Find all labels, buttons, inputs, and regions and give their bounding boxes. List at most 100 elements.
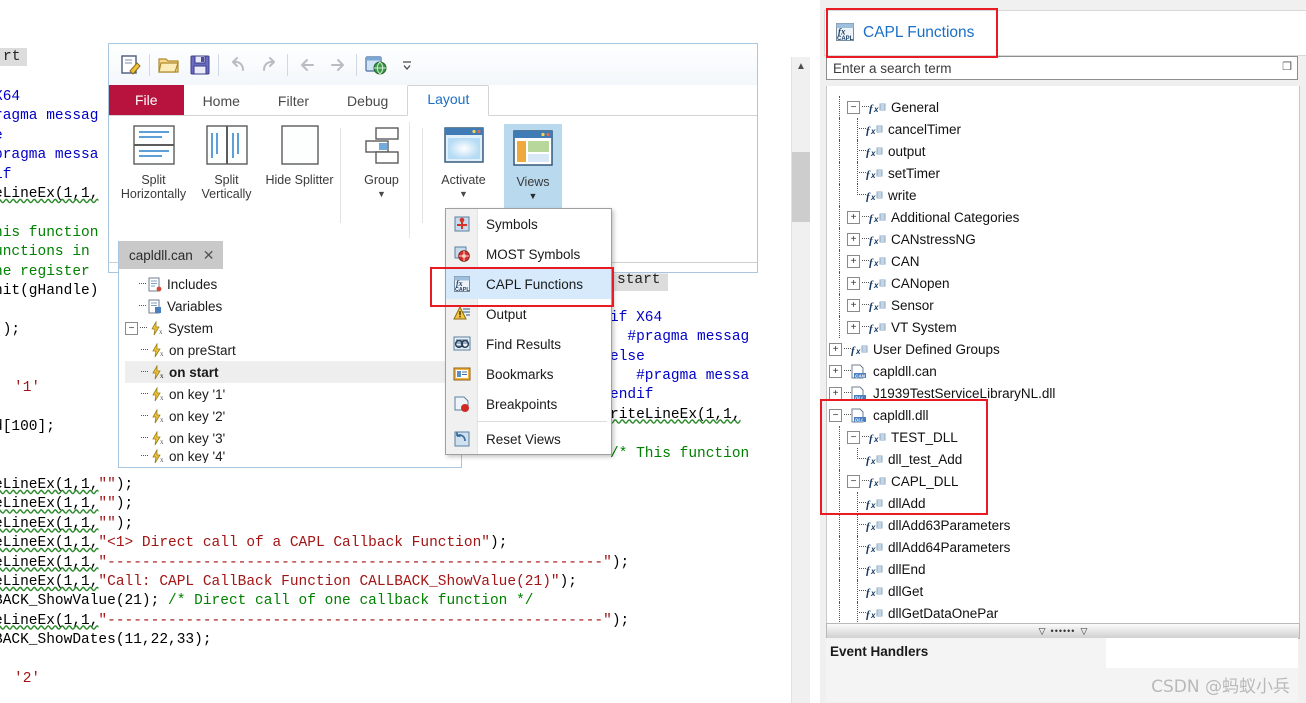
capl-tree-item-canopen[interactable]: + fx CANopen <box>827 272 1299 294</box>
capl-tree-item-capldll-can[interactable]: + CAN capldll.can <box>827 360 1299 382</box>
document-tab-capldll-can[interactable]: capldll.can ✕ <box>119 241 223 269</box>
menu-item-output[interactable]: Output <box>446 299 611 329</box>
capl-tree-item-dllend[interactable]: fx dllEnd <box>827 558 1299 580</box>
views-dropdown-arrow-icon[interactable]: ▼ <box>529 189 538 203</box>
capl-tree-item-dllgetdataonepar[interactable]: fx dllGetDataOnePar <box>827 602 1299 623</box>
search-input[interactable]: Enter a search term ❒ <box>826 56 1298 80</box>
tree-item-on-key-4[interactable]: x on key '4' <box>125 449 461 463</box>
capl-functions-panel: fx CAPL CAPL Functions Enter a search te… <box>820 0 1306 703</box>
splitter-collapse-right-icon[interactable]: ▽ <box>1080 626 1087 637</box>
activate-dropdown-arrow-icon[interactable]: ▼ <box>459 187 468 201</box>
activate-window-icon <box>442 124 486 169</box>
chevron-down-icon[interactable]: ❒ <box>1282 60 1292 73</box>
capl-tree-item-j1939-dll[interactable]: + DLL J1939TestServiceLibraryNL.dll <box>827 382 1299 404</box>
capl-tree-item-sensor[interactable]: + fx Sensor <box>827 294 1299 316</box>
fx-icon: fx <box>869 211 886 224</box>
tab-home[interactable]: Home <box>184 87 259 116</box>
tree-expander-plus[interactable]: + <box>847 276 860 290</box>
menu-item-most-symbols[interactable]: MOST Symbols <box>446 239 611 269</box>
tree-expander-plus[interactable]: + <box>847 320 860 334</box>
tree-item-system[interactable]: − x System <box>125 317 461 339</box>
capl-tree-item-vt-system[interactable]: + fx VT System <box>827 316 1299 338</box>
capl-function-tree[interactable]: − fx General fx cancelTimer fx output f … <box>826 86 1300 624</box>
menu-item-capl-functions[interactable]: fx CAPL CAPL Functions <box>446 269 611 299</box>
capl-tree-item-settimer[interactable]: fx setTimer <box>827 162 1299 184</box>
tree-expander-plus[interactable]: + <box>847 232 860 246</box>
menu-item-symbols[interactable]: Symbols <box>446 209 611 239</box>
views-button[interactable]: Views ▼ <box>504 124 562 209</box>
activate-button[interactable]: Activate ▼ <box>427 124 500 201</box>
capl-tree-item-dllget[interactable]: fx dllGet <box>827 580 1299 602</box>
capl-tree-item-canceltimer[interactable]: fx cancelTimer <box>827 118 1299 140</box>
svg-text:x: x <box>873 215 879 224</box>
code-tail: ); <box>611 612 630 629</box>
tree-expander-minus[interactable]: − <box>847 100 860 114</box>
group-button[interactable]: Group ▼ <box>345 124 418 201</box>
capl-tree-item-test-dll[interactable]: − fx TEST_DLL <box>827 426 1299 448</box>
hide-splitter-button[interactable]: Hide Splitter <box>263 124 336 187</box>
splitter-collapse-left-icon[interactable]: ▽ <box>1039 626 1046 637</box>
tree-expander-plus[interactable]: + <box>829 342 842 356</box>
tree-expander-minus[interactable]: − <box>829 408 842 422</box>
menu-item-breakpoints[interactable]: Breakpoints <box>446 389 611 419</box>
split-vertically-button[interactable]: Split Vertically <box>190 124 263 201</box>
forward-arrow-icon[interactable] <box>322 49 353 80</box>
capl-tree-item-write[interactable]: fx write <box>827 184 1299 206</box>
tab-file[interactable]: File <box>109 85 184 115</box>
tree-item-variables[interactable]: Variables <box>125 295 461 317</box>
capl-tree-item-dlladd64parameters[interactable]: fx dllAdd64Parameters <box>827 536 1299 558</box>
tree-guide <box>839 536 841 558</box>
customize-chevron-icon[interactable] <box>391 49 422 80</box>
tree-item-includes[interactable]: Includes <box>125 273 461 295</box>
tree-expander-plus[interactable]: + <box>829 386 842 400</box>
capl-tree-item-capldll-dll[interactable]: − DLL capldll.dll <box>827 404 1299 426</box>
tree-item-on-key-2[interactable]: x on key '2' <box>125 405 461 427</box>
tab-debug[interactable]: Debug <box>328 87 407 116</box>
tree-expander-plus[interactable]: + <box>847 298 860 312</box>
tree-expander-minus[interactable]: − <box>847 430 860 444</box>
tree-item-on-key-3[interactable]: x on key '3' <box>125 427 461 449</box>
capl-tree-item-canstressng[interactable]: + fx CANstressNG <box>827 228 1299 250</box>
menu-item-find-results[interactable]: Find Results <box>446 329 611 359</box>
capl-tree-item-additional-categories[interactable]: + fx Additional Categories <box>827 206 1299 228</box>
capl-tree-item-dll-test-add[interactable]: fx dll_test_Add <box>827 448 1299 470</box>
capl-tree-item-capl-dll[interactable]: − fx CAPL_DLL <box>827 470 1299 492</box>
tab-filter[interactable]: Filter <box>259 87 328 116</box>
open-folder-icon[interactable] <box>153 49 184 80</box>
new-document-icon[interactable] <box>115 49 146 80</box>
editor-vertical-scrollbar[interactable]: ▲ <box>791 57 810 703</box>
watermark: CSDN @蚂蚁小兵 <box>1151 677 1290 697</box>
capl-tree-item-general[interactable]: − fx General <box>827 96 1299 118</box>
capl-tree-item-output[interactable]: fx output <box>827 140 1299 162</box>
tree-expander-plus[interactable]: + <box>847 210 860 224</box>
capl-tree-item-dlladd63parameters[interactable]: fx dllAdd63Parameters <box>827 514 1299 536</box>
tree-item-on-prestart[interactable]: x on preStart <box>125 339 461 361</box>
tree-expander-minus[interactable]: − <box>847 474 860 488</box>
tree-expander-plus[interactable]: + <box>847 254 860 268</box>
tree-item-on-start[interactable]: x on start <box>125 361 461 383</box>
back-arrow-icon[interactable] <box>291 49 322 80</box>
redo-icon[interactable] <box>253 49 284 80</box>
group-dropdown-arrow-icon[interactable]: ▼ <box>377 187 386 201</box>
capl-tree-item-dlladd[interactable]: fx dllAdd <box>827 492 1299 514</box>
undo-icon[interactable] <box>222 49 253 80</box>
tree-expander-minus[interactable]: − <box>125 321 138 335</box>
file-tree[interactable]: Includes Variables − x System x on preSt… <box>119 269 461 463</box>
views-dropdown-menu[interactable]: Symbols MOST Symbols fx CAPL CAPL Functi… <box>445 208 612 455</box>
scrollbar-thumb[interactable] <box>792 152 810 222</box>
panel-splitter[interactable]: ▽ •••••• ▽ <box>826 623 1300 639</box>
close-icon[interactable]: ✕ <box>203 247 215 264</box>
capl-tree-item-user-defined-groups[interactable]: + fx User Defined Groups <box>827 338 1299 360</box>
tree-item-on-key-1[interactable]: x on key '1' <box>125 383 461 405</box>
menu-item-reset-views[interactable]: Reset Views <box>446 424 611 454</box>
tree-expander-plus[interactable]: + <box>829 364 842 378</box>
capl-tree-item-can[interactable]: + fx CAN <box>827 250 1299 272</box>
svg-text:x: x <box>873 325 879 334</box>
split-horizontally-button[interactable]: Split Horizontally <box>117 124 190 201</box>
tab-layout[interactable]: Layout <box>407 85 490 116</box>
globe-window-icon[interactable] <box>360 49 391 80</box>
menu-item-bookmarks[interactable]: Bookmarks <box>446 359 611 389</box>
save-icon[interactable] <box>184 49 215 80</box>
scroll-up-arrow[interactable]: ▲ <box>792 57 810 75</box>
